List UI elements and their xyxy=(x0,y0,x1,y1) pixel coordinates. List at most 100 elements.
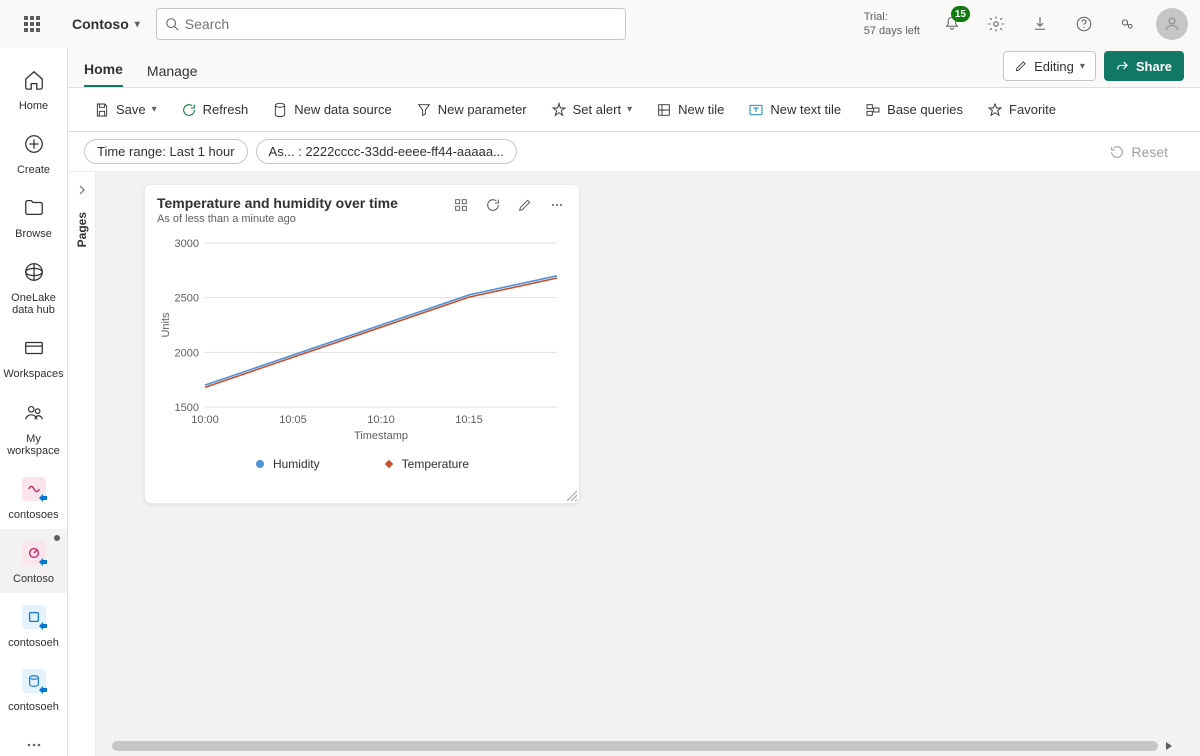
plus-circle-icon xyxy=(23,133,45,155)
asset-filter-pill[interactable]: As... : 2222cccc-33dd-eeee-ff44-aaaaa... xyxy=(256,139,517,164)
top-right-group: Trial: 57 days left 15 xyxy=(864,4,1192,44)
eventhouse-icon xyxy=(22,605,46,629)
base-queries-label: Base queries xyxy=(887,102,963,117)
legend-humidity: Humidity xyxy=(255,457,320,471)
nav-home[interactable]: Home xyxy=(0,56,68,120)
scrollbar-thumb[interactable] xyxy=(112,741,1158,751)
tile-subtitle: As of less than a minute ago xyxy=(157,213,451,225)
account-button[interactable] xyxy=(1152,4,1192,44)
nav-contosoeh1-label: contosoeh xyxy=(6,637,61,649)
help-button[interactable] xyxy=(1064,4,1104,44)
nav-contosoeh2[interactable]: contosoeh xyxy=(0,657,68,721)
editing-label: Editing xyxy=(1034,59,1074,74)
tile-explore-button[interactable] xyxy=(451,195,471,215)
refresh-button[interactable]: Refresh xyxy=(171,96,259,124)
share-button[interactable]: Share xyxy=(1104,51,1184,81)
nav-browse[interactable]: Browse xyxy=(0,184,68,248)
chart-tile[interactable]: Temperature and humidity over time As of… xyxy=(144,184,580,504)
grid-icon xyxy=(453,197,469,213)
settings-button[interactable] xyxy=(976,4,1016,44)
tile-refresh-button[interactable] xyxy=(483,195,503,215)
dashboard-item-icon xyxy=(22,541,46,565)
text-tile-icon xyxy=(748,102,764,118)
new-data-source-button[interactable]: New data source xyxy=(262,96,402,124)
top-bar: Contoso ▾ Trial: 57 days left 15 xyxy=(0,0,1200,48)
home-icon xyxy=(23,69,45,91)
tab-manage[interactable]: Manage xyxy=(147,55,198,87)
set-alert-button[interactable]: Set alert ▾ xyxy=(541,96,642,124)
new-parameter-button[interactable]: New parameter xyxy=(406,96,537,124)
workspace-name-label: Contoso xyxy=(72,16,129,32)
save-button[interactable]: Save ▾ xyxy=(84,96,167,124)
search-icon xyxy=(165,17,179,31)
kql-db-icon xyxy=(22,669,46,693)
pages-rail-label: Pages xyxy=(75,212,89,247)
nav-workspaces[interactable]: Workspaces xyxy=(0,324,68,388)
svg-text:3000: 3000 xyxy=(175,238,199,250)
nav-contoso[interactable]: Contoso xyxy=(0,529,68,593)
legend-temperature-label: Temperature xyxy=(402,457,469,471)
star-icon xyxy=(987,102,1003,118)
time-range-pill[interactable]: Time range: Last 1 hour xyxy=(84,139,248,164)
svg-text:Units: Units xyxy=(160,312,172,338)
tabs-row: Home Manage Editing ▾ Share xyxy=(68,48,1200,88)
svg-text:1500: 1500 xyxy=(175,402,199,414)
feedback-button[interactable] xyxy=(1108,4,1148,44)
download-icon xyxy=(1031,15,1049,33)
my-workspace-icon xyxy=(23,402,45,424)
tile-edit-button[interactable] xyxy=(515,195,535,215)
save-label: Save xyxy=(116,102,146,117)
svg-text:2500: 2500 xyxy=(175,293,199,305)
nav-onelake[interactable]: OneLake data hub xyxy=(0,248,68,324)
pencil-icon xyxy=(517,197,533,213)
tile-more-button[interactable] xyxy=(547,195,567,215)
alert-icon xyxy=(551,102,567,118)
new-data-source-label: New data source xyxy=(294,102,392,117)
search-input[interactable] xyxy=(185,16,617,32)
nav-create[interactable]: Create xyxy=(0,120,68,184)
nav-more[interactable] xyxy=(0,721,68,756)
tab-home[interactable]: Home xyxy=(84,53,123,87)
legend-marker-diamond-icon xyxy=(384,459,394,469)
tile-header: Temperature and humidity over time As of… xyxy=(145,185,579,229)
resize-handle[interactable] xyxy=(567,491,577,501)
base-queries-button[interactable]: Base queries xyxy=(855,96,973,124)
nav-home-label: Home xyxy=(17,100,50,112)
chart-legend: Humidity Temperature xyxy=(145,451,579,481)
more-icon xyxy=(24,735,44,755)
horizontal-scrollbar[interactable] xyxy=(112,740,1176,752)
scroll-right-button[interactable] xyxy=(1162,739,1176,753)
eventstream-icon xyxy=(22,477,46,501)
filter-icon xyxy=(416,102,432,118)
workspace-switcher[interactable]: Contoso ▾ xyxy=(64,16,148,32)
nav-my-workspace[interactable]: My workspace xyxy=(0,389,68,465)
nav-contosoeh1[interactable]: contosoeh xyxy=(0,593,68,657)
nav-contosoes-label: contosoes xyxy=(6,509,60,521)
notifications-button[interactable]: 15 xyxy=(932,4,972,44)
new-text-tile-button[interactable]: New text tile xyxy=(738,96,851,124)
download-button[interactable] xyxy=(1020,4,1060,44)
avatar-icon xyxy=(1156,8,1188,40)
reset-button[interactable]: Reset xyxy=(1093,144,1184,160)
trial-status: Trial: 57 days left xyxy=(864,10,920,39)
new-tile-button[interactable]: New tile xyxy=(646,96,734,124)
share-label: Share xyxy=(1136,59,1172,74)
nav-contoso-label: Contoso xyxy=(11,573,56,585)
svg-text:10:00: 10:00 xyxy=(191,414,219,426)
favorite-button[interactable]: Favorite xyxy=(977,96,1066,124)
trial-line2: 57 days left xyxy=(864,24,920,38)
editing-mode-button[interactable]: Editing ▾ xyxy=(1003,51,1096,81)
active-indicator-icon xyxy=(54,535,60,541)
svg-text:10:10: 10:10 xyxy=(367,414,395,426)
search-input-container[interactable] xyxy=(156,8,626,40)
content-area: Home Manage Editing ▾ Share Save ▾ xyxy=(68,48,1200,756)
trial-line1: Trial: xyxy=(864,10,920,24)
workspaces-icon xyxy=(23,337,45,359)
dashboard-canvas[interactable]: Temperature and humidity over time As of… xyxy=(96,172,1200,756)
svg-text:10:15: 10:15 xyxy=(455,414,483,426)
pages-expand-button[interactable] xyxy=(72,180,92,200)
nav-my-workspace-label: My workspace xyxy=(0,433,68,457)
reset-icon xyxy=(1109,144,1125,160)
app-launcher-button[interactable] xyxy=(8,0,56,48)
nav-contosoes[interactable]: contosoes xyxy=(0,465,68,529)
